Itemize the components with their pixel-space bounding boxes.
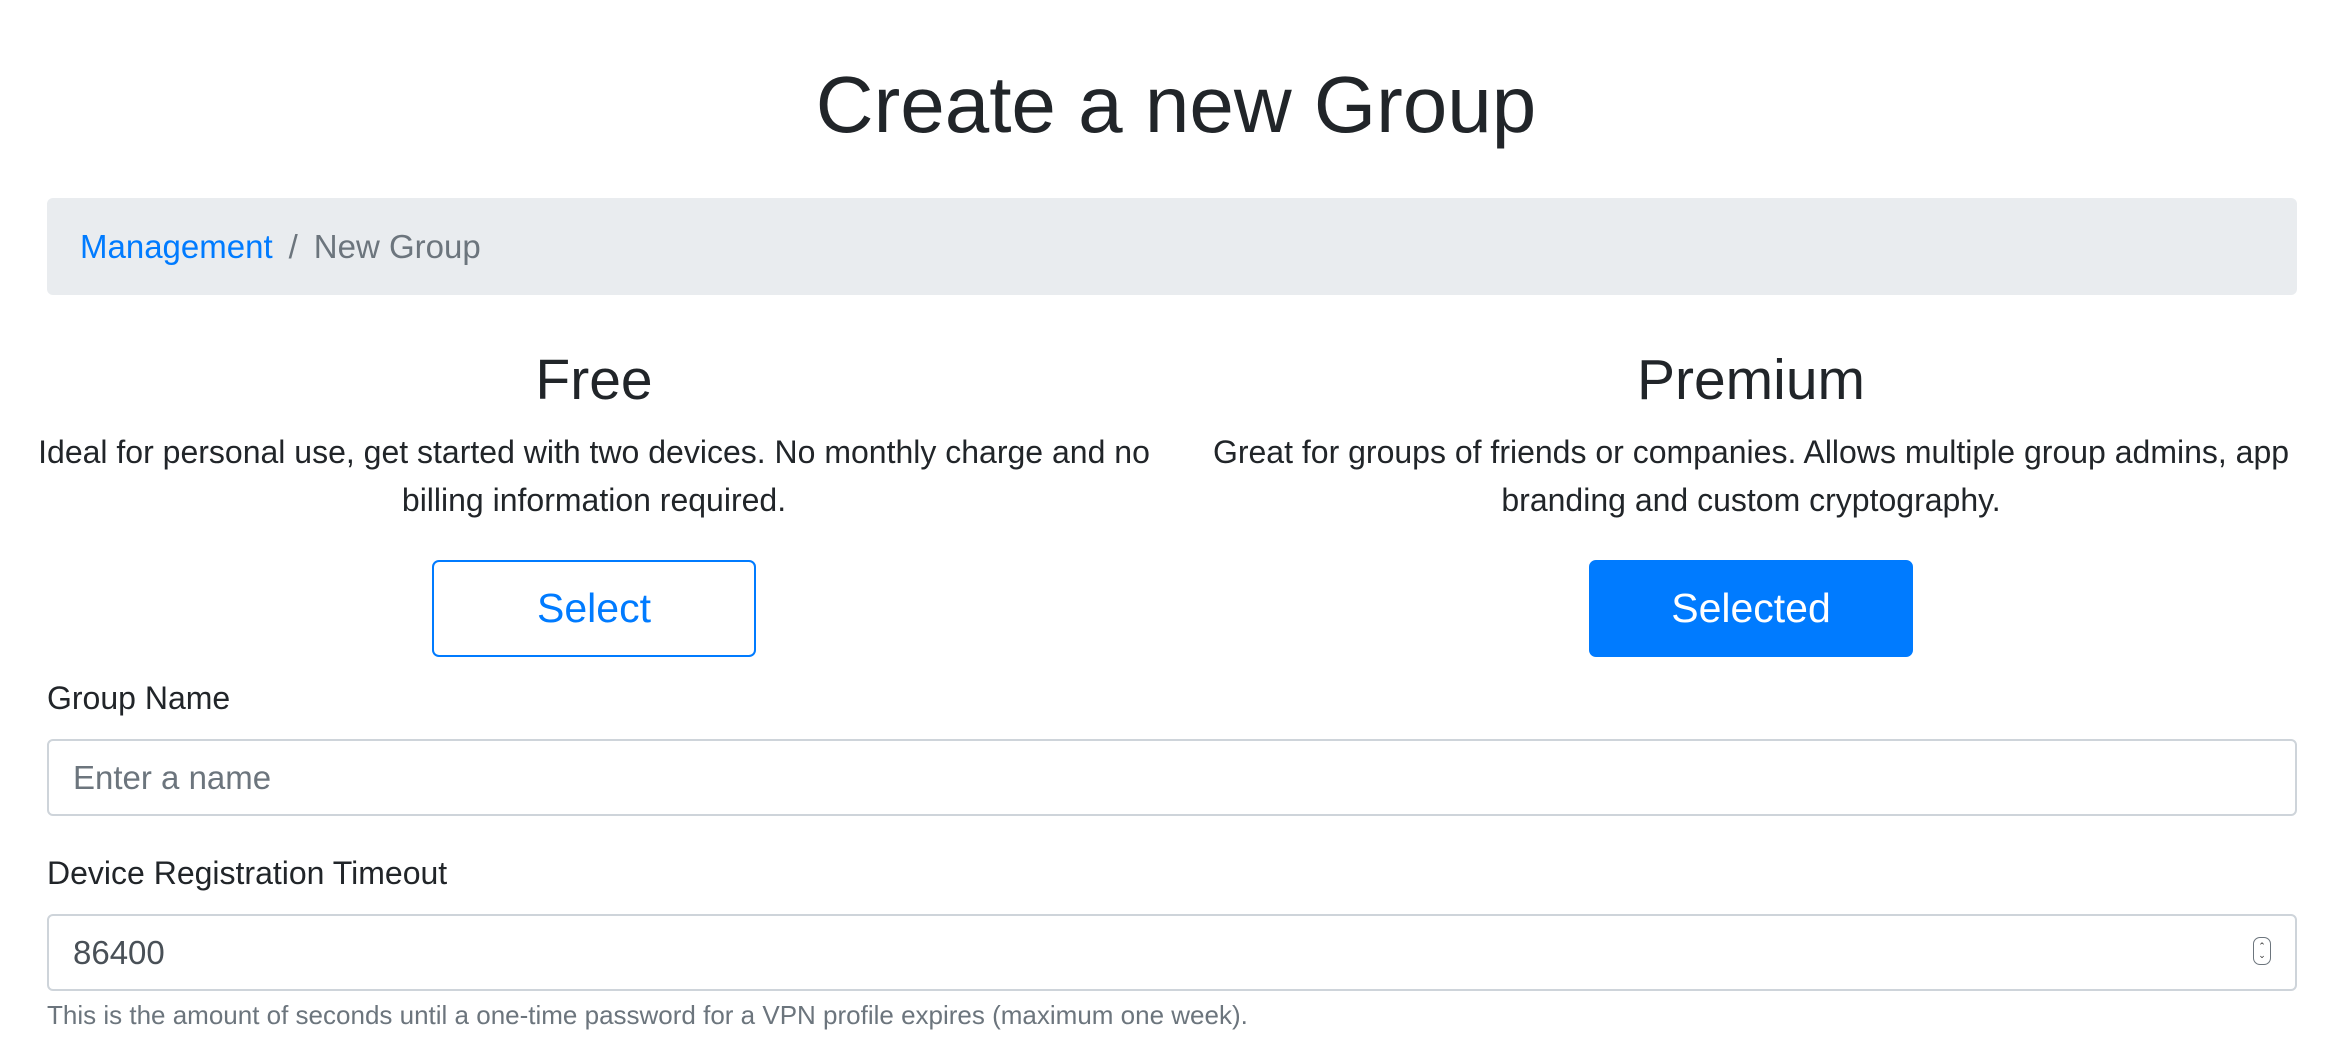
plan-free-title: Free [535,348,653,412]
breadcrumb-link-management[interactable]: Management [80,228,273,266]
chevron-down-icon[interactable]: ⌄ [2258,951,2266,960]
page: Create a new Group Management / New Grou… [0,0,2352,1052]
timeout-input[interactable] [47,914,2297,991]
plan-premium: Premium Great for groups of friends or c… [1191,340,2311,524]
plan-free-description: Ideal for personal use, get started with… [38,434,1150,518]
select-free-plan-button[interactable]: Select [432,560,756,657]
breadcrumb: Management / New Group [47,198,2297,295]
breadcrumb-current: New Group [313,227,481,265]
plan-free: Free Ideal for personal use, get started… [34,340,1154,524]
select-premium-plan-button[interactable]: Selected [1589,560,1913,657]
plan-premium-description: Great for groups of friends or companies… [1212,434,2290,518]
group-name-label: Group Name [47,680,231,716]
plan-premium-title: Premium [1636,348,1866,412]
group-name-input[interactable] [47,739,2297,816]
page-title: Create a new Group [815,60,1537,149]
breadcrumb-separator: / [288,227,298,265]
number-spinner-icon[interactable]: ⌃ ⌄ [2253,937,2271,965]
timeout-help-text: This is the amount of seconds until a on… [47,1000,1248,1030]
timeout-label: Device Registration Timeout [47,855,448,891]
